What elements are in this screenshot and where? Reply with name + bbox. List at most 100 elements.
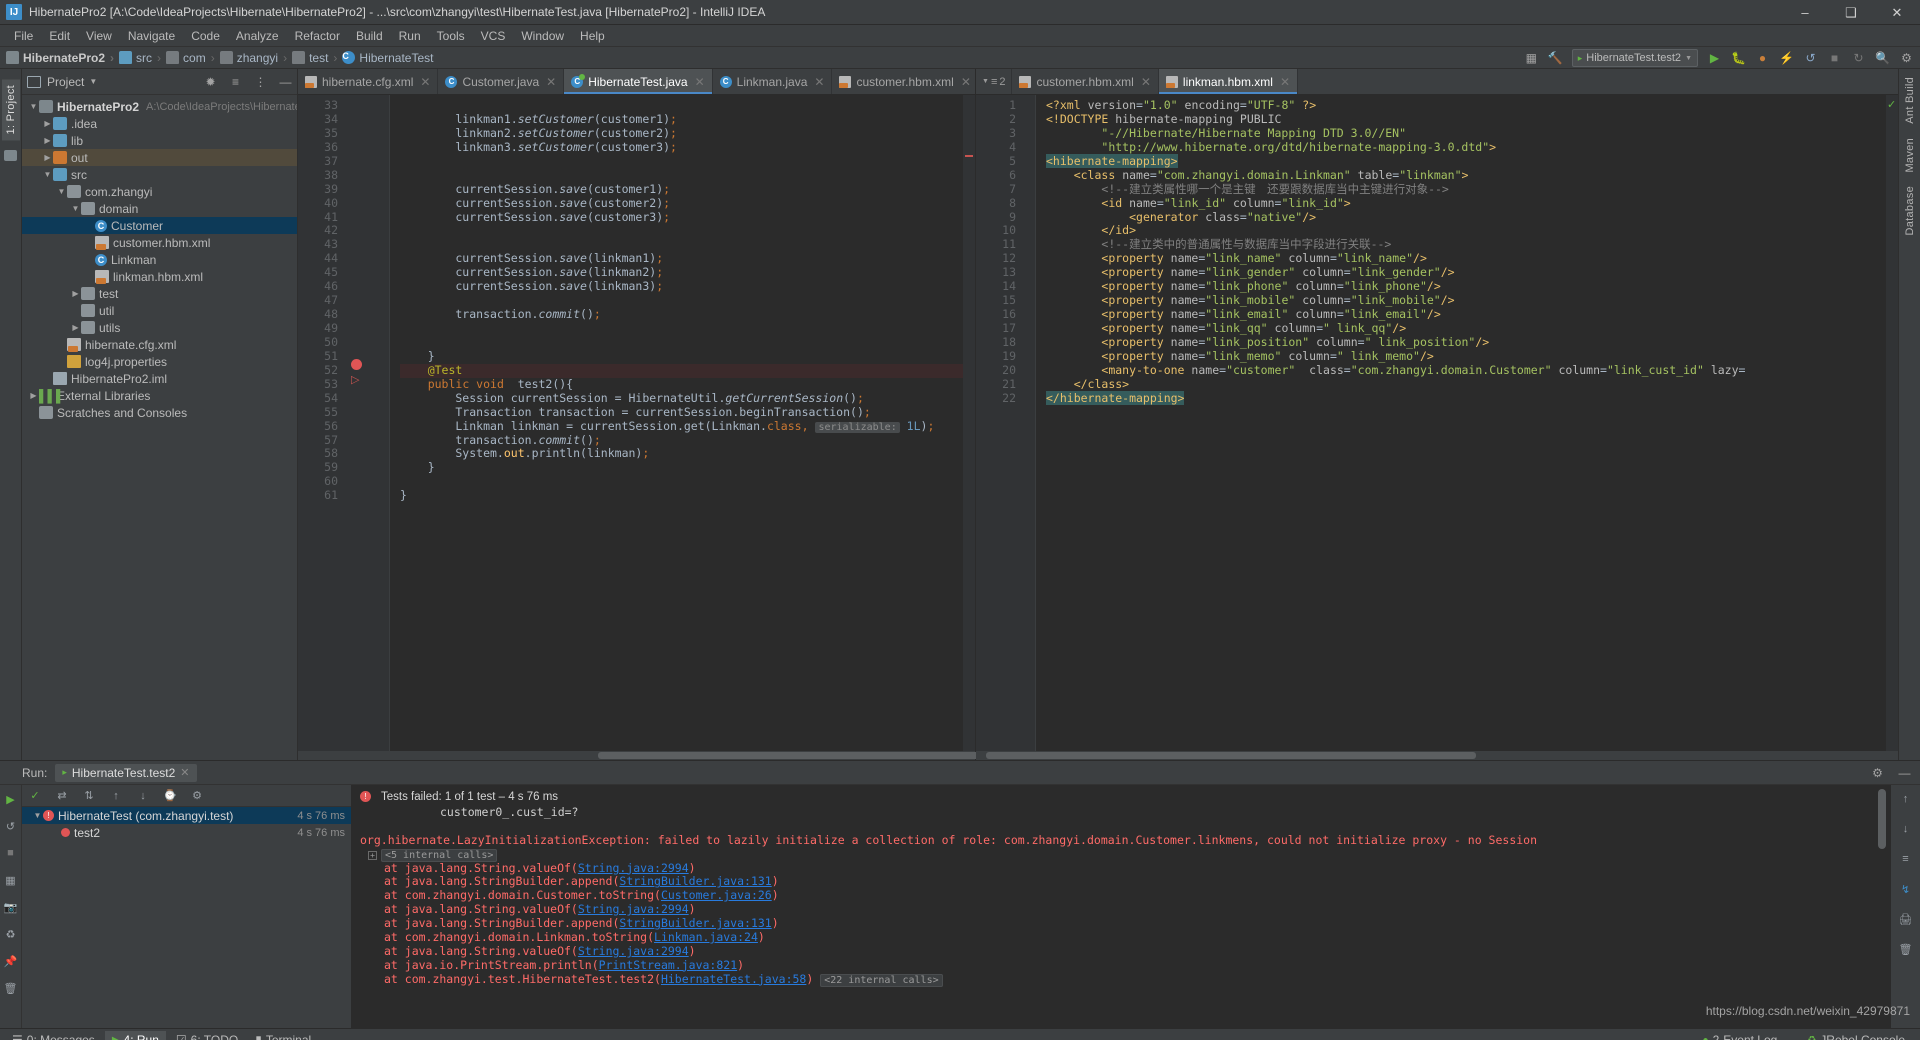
toolwin-jrebel-console[interactable]: ♻ JRebel Console: [1800, 1031, 1912, 1040]
tree-node-domain[interactable]: ▼ domain: [22, 200, 297, 217]
editor-tabs-overflow[interactable]: ▼ ≡ 2: [976, 69, 1013, 94]
menu-window[interactable]: Window: [513, 27, 572, 45]
rail-project-button[interactable]: 1: Project: [1, 79, 20, 141]
collapsed-frames[interactable]: <22 internal calls>: [820, 973, 943, 987]
code-line[interactable]: [400, 294, 963, 308]
console-line[interactable]: at com.zhangyi.domain.Linkman.toString(L…: [352, 930, 1890, 944]
disclosure-triangle-icon[interactable]: ▶: [42, 136, 53, 145]
code-line[interactable]: currentSession.save(customer3);: [400, 210, 963, 225]
code-line[interactable]: [400, 224, 963, 238]
rail-ant-build-button[interactable]: Ant Build: [1904, 77, 1916, 124]
console-line[interactable]: at com.zhangyi.domain.Customer.toString(…: [352, 888, 1890, 902]
console-line[interactable]: [352, 819, 1890, 833]
editor-tab-linkman-java[interactable]: C Linkman.java ✕: [713, 69, 833, 94]
code-line[interactable]: Transaction transaction = currentSession…: [400, 405, 963, 420]
tree-node-util[interactable]: util: [22, 302, 297, 319]
breakpoint-icon[interactable]: [351, 359, 362, 370]
disclosure-triangle-icon[interactable]: ▼: [70, 204, 81, 213]
hide-panel-icon[interactable]: —: [1897, 765, 1912, 780]
code-line[interactable]: currentSession.save(linkman1);: [400, 251, 963, 266]
code-line[interactable]: @Test: [400, 363, 963, 378]
code-line[interactable]: <property name="link_phone" column="link…: [1046, 279, 1886, 294]
debug-icon[interactable]: 🐛: [1731, 51, 1746, 66]
tree-node-src[interactable]: ▼ src: [22, 166, 297, 183]
disclosure-triangle-icon[interactable]: ▼: [32, 811, 43, 820]
console-line[interactable]: at com.zhangyi.test.HibernateTest.test2(…: [352, 972, 1890, 987]
disclosure-triangle-icon[interactable]: ▶: [70, 323, 81, 332]
toolwin-event-log[interactable]: ● 2 Event Log: [1696, 1031, 1785, 1040]
disclosure-triangle-icon[interactable]: ▼: [56, 187, 67, 196]
console-line[interactable]: + <5 internal calls>: [352, 847, 1890, 862]
stack-trace-link[interactable]: PrintStream.java:821: [599, 958, 737, 972]
console-line[interactable]: org.hibernate.LazyInitializationExceptio…: [352, 833, 1890, 847]
code-line[interactable]: public void test2(){: [400, 377, 963, 392]
camera-icon[interactable]: 📷: [3, 899, 19, 915]
structure-rail-icon[interactable]: [4, 150, 17, 162]
run-test-gutter-icon[interactable]: ▷: [351, 373, 359, 386]
close-icon[interactable]: ✕: [546, 75, 556, 89]
tree-node-external-libraries[interactable]: ▶ ▌▌▌ External Libraries: [22, 387, 297, 404]
stack-trace-link[interactable]: String.java:2994: [578, 861, 689, 875]
rerun-icon[interactable]: ▶: [3, 791, 19, 807]
code-line[interactable]: <!--建立类中的普通属性与数据库当中字段进行关联-->: [1046, 237, 1886, 252]
print-icon[interactable]: 🖨: [1898, 911, 1914, 927]
tree-node-hibernatepro2[interactable]: ▼ HibernatePro2 A:\Code\IdeaProjects\Hiber…: [22, 98, 297, 115]
test-row[interactable]: ▼! HibernateTest (com.zhangyi.test) 4 s 76…: [22, 807, 351, 824]
code-line[interactable]: linkman2.setCustomer(customer2);: [400, 126, 963, 141]
close-icon[interactable]: ✕: [1280, 75, 1290, 89]
rerun-icon[interactable]: ✓: [27, 788, 43, 804]
editor-tab-hibernatetest-java[interactable]: C HibernateTest.java ✕: [564, 69, 713, 94]
up-icon[interactable]: ↑: [108, 788, 124, 804]
menu-code[interactable]: Code: [183, 27, 228, 45]
disclosure-triangle-icon[interactable]: ▼: [28, 102, 39, 111]
tree-node-utils[interactable]: ▶ utils: [22, 319, 297, 336]
close-icon[interactable]: ✕: [420, 75, 430, 89]
close-button[interactable]: ✕: [1874, 0, 1920, 25]
console-line[interactable]: at java.lang.StringBuilder.append(String…: [352, 916, 1890, 930]
menu-analyze[interactable]: Analyze: [228, 27, 287, 45]
stack-trace-link[interactable]: StringBuilder.java:131: [619, 916, 771, 930]
code-line[interactable]: transaction.commit();: [400, 307, 963, 322]
toolwin-terminal[interactable]: ▮ Terminal: [248, 1031, 318, 1040]
disclosure-triangle-icon[interactable]: ▶: [42, 119, 53, 128]
menu-view[interactable]: View: [78, 27, 120, 45]
close-icon[interactable]: ✕: [180, 766, 189, 779]
tree-node-lib[interactable]: ▶ lib: [22, 132, 297, 149]
stack-trace-link[interactable]: Customer.java:26: [661, 888, 772, 902]
menu-build[interactable]: Build: [348, 27, 391, 45]
code-line[interactable]: currentSession.save(linkman2);: [400, 265, 963, 280]
code-view-java[interactable]: 33 34 35 36 37 38 39 40 41 42 43 44 45 46 47 48 49 50 51 52…: [298, 95, 975, 751]
menu-navigate[interactable]: Navigate: [120, 27, 183, 45]
code-line[interactable]: [400, 336, 963, 350]
layout-icon[interactable]: ▦: [1524, 51, 1539, 66]
console-scrollbar[interactable]: [1878, 789, 1886, 1014]
attach-icon[interactable]: ↺: [1803, 51, 1818, 66]
maximize-button[interactable]: ❑: [1828, 0, 1874, 25]
minimize-button[interactable]: –: [1782, 0, 1828, 25]
menu-run[interactable]: Run: [391, 27, 429, 45]
code-line[interactable]: <generator class="native"/>: [1046, 210, 1886, 225]
stack-trace-link[interactable]: String.java:2994: [578, 944, 689, 958]
code-line[interactable]: "http://www.hibernate.org/dtd/hibernate-…: [1046, 140, 1886, 155]
java-source-code[interactable]: linkman1.setCustomer(customer1); linkman…: [390, 95, 963, 751]
console-line[interactable]: at java.lang.String.valueOf(String.java:…: [352, 944, 1890, 958]
fold-column-java[interactable]: [376, 95, 390, 751]
layout-icon[interactable]: ▦: [3, 872, 19, 888]
code-line[interactable]: <hibernate-mapping>: [1046, 153, 1886, 169]
code-line[interactable]: "-//Hibernate/Hibernate Mapping DTD 3.0/…: [1046, 126, 1886, 141]
code-line[interactable]: <property name="link_memo" column=" link…: [1046, 349, 1886, 364]
code-line[interactable]: }: [400, 488, 963, 503]
tree-node-customer[interactable]: C Customer: [22, 217, 297, 234]
code-line[interactable]: <property name="link_name" column="link_…: [1046, 251, 1886, 266]
disclosure-triangle-icon[interactable]: ▶: [28, 391, 39, 400]
tree-node-test[interactable]: ▶ test: [22, 285, 297, 302]
console-line[interactable]: at java.lang.StringBuilder.append(String…: [352, 874, 1890, 888]
stack-trace-link[interactable]: Linkman.java:24: [654, 930, 758, 944]
breadcrumb-item-com[interactable]: com ›: [166, 51, 220, 65]
horizontal-scrollbar-java[interactable]: [298, 751, 1068, 760]
disclosure-triangle-icon[interactable]: ▼: [42, 170, 53, 179]
run-configuration-selector[interactable]: ▸ HibernateTest.test2 ▼: [1571, 49, 1698, 67]
pin-icon[interactable]: 📌: [3, 953, 19, 969]
tree-node-log4j-properties[interactable]: log4j.properties: [22, 353, 297, 370]
options-icon[interactable]: ⋮: [253, 74, 268, 89]
